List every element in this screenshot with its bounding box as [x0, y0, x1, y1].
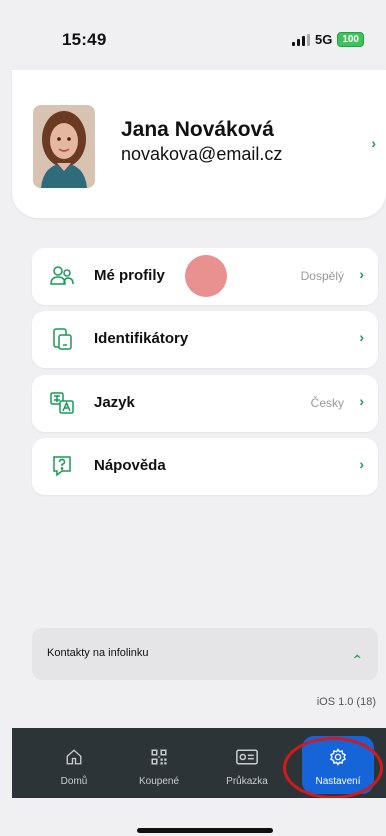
- menu-label-help: Nápověda: [94, 457, 166, 474]
- touch-indicator: [185, 255, 227, 297]
- tab-label-home: Domů: [60, 776, 88, 787]
- id-card-icon: [236, 749, 258, 765]
- menu-item-help[interactable]: Nápověda ›: [32, 438, 378, 495]
- contacts-label: Kontakty na infolinku: [47, 647, 149, 659]
- app-version: iOS 1.0 (18): [316, 696, 376, 708]
- menu-label-identifiers: Identifikátory: [94, 330, 189, 347]
- left-edge: [0, 70, 12, 798]
- contacts-accordion[interactable]: Kontakty na infolinku ‸: [32, 628, 378, 680]
- language-icon: [50, 392, 74, 414]
- highlight-annotation: [283, 737, 383, 799]
- qr-code-icon: [151, 749, 167, 765]
- menu-item-identifiers[interactable]: Identifikátory ›: [32, 311, 378, 368]
- profile-name: Jana Nováková: [121, 118, 274, 141]
- menu-value-profiles: Dospělý: [300, 269, 344, 283]
- profiles-icon: [50, 266, 74, 285]
- help-icon: [53, 456, 71, 477]
- avatar: [33, 105, 95, 188]
- signal-icon: [291, 33, 310, 46]
- menu-value-language: Česky: [310, 396, 344, 410]
- chevron-right-icon: ›: [359, 329, 364, 345]
- menu-label-profiles: Mé profily: [94, 267, 165, 284]
- chevron-right-icon: ›: [359, 393, 364, 409]
- status-indicators: 5G 100: [291, 32, 364, 47]
- home-icon: [66, 749, 82, 765]
- menu-item-language[interactable]: Jazyk Česky ›: [32, 375, 378, 432]
- identifier-device-icon: [53, 328, 72, 350]
- battery-icon: 100: [337, 32, 364, 47]
- tab-label-pass: Průkazka: [226, 776, 268, 787]
- status-bar: 15:49 5G 100: [0, 0, 386, 70]
- tab-home[interactable]: Domů: [39, 728, 109, 798]
- home-indicator[interactable]: [137, 828, 273, 833]
- chevron-right-icon: ›: [371, 135, 376, 151]
- tab-pass[interactable]: Průkazka: [212, 728, 282, 798]
- chevron-up-icon: ‸: [352, 643, 362, 658]
- menu-label-language: Jazyk: [94, 394, 135, 411]
- chevron-right-icon: ›: [359, 266, 364, 282]
- profile-card[interactable]: Jana Nováková novakova@email.cz ›: [12, 70, 386, 218]
- status-time: 15:49: [62, 30, 107, 49]
- profile-email: novakova@email.cz: [121, 144, 283, 164]
- network-label: 5G: [314, 32, 333, 47]
- tab-label-purchased: Koupené: [138, 776, 180, 787]
- chevron-right-icon: ›: [359, 456, 364, 472]
- tab-purchased[interactable]: Koupené: [124, 728, 194, 798]
- phone-screen: 15:49 5G 100 Jana Nováková novakova@emai…: [0, 0, 386, 836]
